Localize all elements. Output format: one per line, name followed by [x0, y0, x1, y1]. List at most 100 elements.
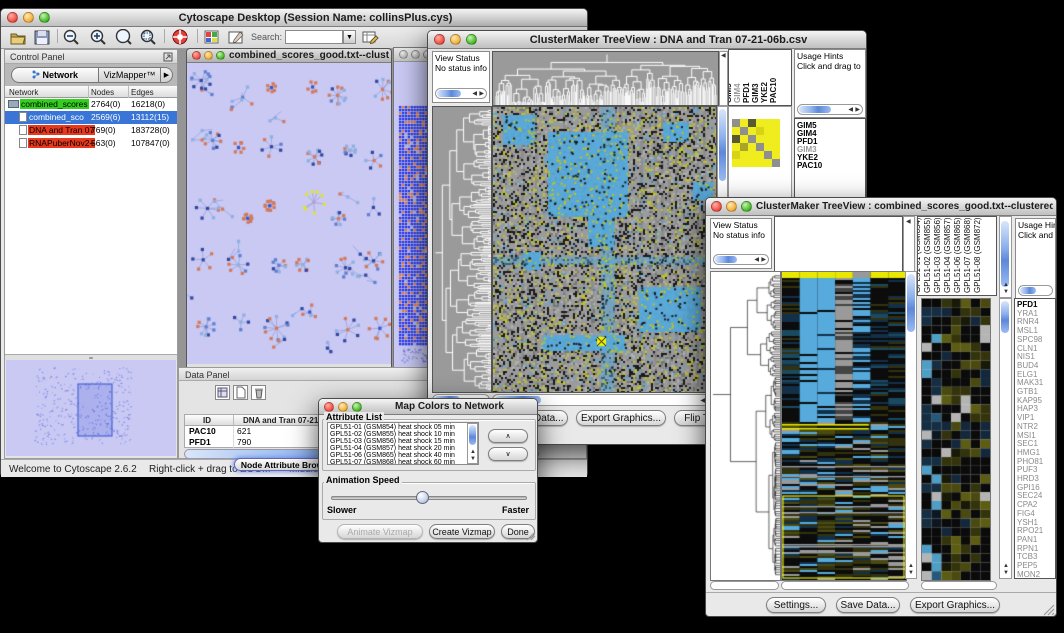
table-edit-icon[interactable]: [361, 29, 379, 46]
attribute-list-item[interactable]: GPL51-06 (GSM865) heat shock 40 min: [330, 452, 476, 459]
network-view[interactable]: [187, 63, 391, 364]
resize-grip[interactable]: [1042, 603, 1055, 616]
tab-vizmapper[interactable]: VizMapper™: [99, 67, 161, 83]
column-label: GPL51-02 (GSM855): [923, 217, 932, 293]
minimize-button[interactable]: [726, 201, 737, 212]
close-button[interactable]: [399, 50, 408, 59]
attr-list-scrollbar[interactable]: ▲▼: [467, 423, 478, 464]
tv2-global-heatmap[interactable]: [781, 271, 907, 581]
open-icon[interactable]: [9, 29, 27, 46]
dp-newdoc-icon[interactable]: [233, 385, 248, 400]
attribute-listbox[interactable]: GPL51-01 (GSM854) heat shock 05 minGPL51…: [327, 422, 479, 465]
zoom-out-icon[interactable]: [62, 29, 82, 46]
search-dropdown[interactable]: ▼: [343, 30, 356, 44]
tv2-usage-scrollbar[interactable]: [1018, 285, 1053, 296]
speed-slider-thumb[interactable]: [416, 491, 429, 504]
matrix-cell: [748, 143, 756, 151]
tv2-save-data-button[interactable]: Save Data...: [836, 597, 900, 613]
minimize-button[interactable]: [450, 34, 461, 45]
matrix-cell: [748, 159, 756, 167]
tv1-column-dendrogram[interactable]: [492, 51, 719, 106]
export-graphics-button[interactable]: Export Graphics...: [576, 410, 666, 426]
float-panel-icon[interactable]: [163, 52, 173, 62]
dp-delete-icon[interactable]: [251, 385, 266, 400]
network-tree-row[interactable]: DNA and Tran 07769(0)183728(0): [5, 124, 177, 137]
attribute-list-item[interactable]: GPL51-01 (GSM854) heat shock 05 min: [330, 424, 476, 431]
gene-label: PAC10: [797, 162, 865, 170]
tab-overflow-arrow[interactable]: ▶: [161, 67, 173, 83]
network-nodes: 769(0): [91, 124, 116, 137]
close-button[interactable]: [7, 12, 18, 23]
minimize-button[interactable]: [411, 50, 420, 59]
tv1-row-dendrogram[interactable]: [432, 106, 492, 393]
network-name: RNAPuberNov2+: [28, 138, 95, 148]
create-vizmap-button[interactable]: Create Vizmap: [429, 524, 495, 539]
column-label: GPL51-06 (GSM865): [953, 217, 962, 293]
network-edges: 107847(0): [131, 137, 170, 150]
matrix-cell: [732, 127, 740, 135]
speed-slider-track[interactable]: [331, 496, 527, 500]
close-button[interactable]: [434, 34, 445, 45]
animate-vizmap-button[interactable]: Animate Vizmap: [337, 524, 423, 539]
matrix-cell: [756, 143, 764, 151]
minimize-button[interactable]: [338, 402, 348, 412]
annotation-icon[interactable]: [227, 29, 245, 46]
tv2-settings-button[interactable]: Settings...: [766, 597, 826, 613]
zoom-button[interactable]: [741, 201, 752, 212]
tv1-usage-scrollbar[interactable]: ◀▶: [797, 104, 863, 115]
search-input[interactable]: [285, 30, 343, 44]
zoom-in-icon[interactable]: [89, 29, 109, 46]
matrix-cell: [732, 135, 740, 143]
network-tree-row[interactable]: combined_scores2764(0)16218(0): [5, 98, 177, 111]
minimize-button[interactable]: [23, 12, 34, 23]
matrix-cell: [764, 119, 772, 127]
move-up-button[interactable]: ∧: [488, 429, 528, 443]
birdseye-view[interactable]: [6, 360, 176, 456]
tab-network[interactable]: Network: [11, 67, 99, 83]
attribute-list-item[interactable]: GPL51-07 (GSM868) heat shock 60 min: [330, 459, 476, 465]
tv2-collabel-scrollbar[interactable]: ▲▼: [999, 216, 1012, 298]
matrix-cell: [764, 143, 772, 151]
treeview2-titlebar[interactable]: ClusterMaker TreeView : combined_scores_…: [706, 198, 1056, 216]
network-window-titlebar[interactable]: combined_scores_good.txt--cluste...: [187, 49, 391, 63]
main-titlebar[interactable]: Cytoscape Desktop (Session Name: collins…: [1, 9, 587, 27]
tv1-zoom-heatmap[interactable]: [732, 119, 780, 167]
column-label: PAC10: [769, 78, 778, 103]
col-edges: Edges: [131, 88, 154, 97]
attribute-list-item[interactable]: GPL51-04 (GSM857) heat shock 20 min: [330, 445, 476, 452]
tv1-global-heatmap[interactable]: [492, 106, 717, 393]
matrix-cell: [772, 119, 780, 127]
zoom-fit-icon[interactable]: [139, 29, 159, 46]
tv2-vscrollbar[interactable]: ▲▼: [905, 271, 917, 579]
resize-grip[interactable]: [525, 530, 536, 541]
network-tree: combined_scores2764(0)16218(0)combined_s…: [5, 98, 177, 150]
help-lifesaver-icon[interactable]: [171, 29, 191, 46]
close-button[interactable]: [324, 402, 334, 412]
tv2-gene-scrollbar[interactable]: ▲▼: [999, 298, 1012, 579]
zoom-selected-icon[interactable]: [114, 29, 134, 46]
treeview1-titlebar[interactable]: ClusterMaker TreeView : DNA and Tran 07-…: [428, 31, 866, 49]
attribute-list-item[interactable]: GPL51-03 (GSM856) heat shock 15 min: [330, 438, 476, 445]
network-tab-icon: [32, 70, 40, 79]
network-tree-row[interactable]: combined_sco2569(6)13112(15): [5, 111, 177, 124]
control-panel: Control Panel Network VizMapper™ ▶ Netwo…: [4, 49, 178, 459]
tv2-vs-scrollbar[interactable]: ◀▶: [713, 254, 769, 265]
move-down-button[interactable]: ∨: [488, 447, 528, 461]
data-panel-title: Data Panel: [185, 370, 230, 380]
column-label: GPL51-07 (GSM868): [963, 217, 972, 293]
save-icon[interactable]: [33, 29, 51, 46]
minimize-button[interactable]: [204, 51, 213, 60]
tv2-row-dendrogram[interactable]: [710, 271, 781, 581]
close-button[interactable]: [711, 201, 722, 212]
dp-table-icon[interactable]: [215, 385, 230, 400]
network-tree-row[interactable]: RNAPuberNov2+563(0)107847(0): [5, 137, 177, 150]
vizmapper-icon[interactable]: [204, 30, 220, 45]
attribute-list-item[interactable]: GPL51-02 (GSM855) heat shock 10 min: [330, 431, 476, 438]
zoom-button[interactable]: [216, 51, 225, 60]
tv2-zoom-heatmap[interactable]: [921, 298, 991, 581]
tv2-export-graphics-button[interactable]: Export Graphics...: [910, 597, 1000, 613]
close-button[interactable]: [192, 51, 201, 60]
zoom-button[interactable]: [352, 402, 362, 412]
tv1-vs-scrollbar[interactable]: ◀▶: [435, 88, 487, 99]
col-nodes: Nodes: [91, 88, 114, 97]
